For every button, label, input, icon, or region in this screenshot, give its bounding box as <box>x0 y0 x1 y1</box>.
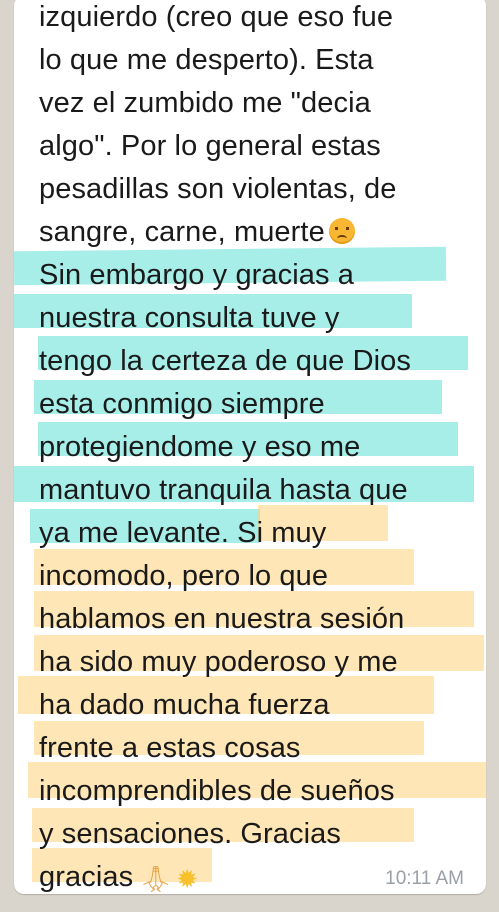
message-line: vez el zumbido me "decia <box>39 87 371 119</box>
message-line: pesadillas son violentas, de <box>39 173 397 205</box>
message-line: lo que me desperto). Esta <box>39 44 374 76</box>
folded-hands-icon: 🙏︎ <box>139 864 173 894</box>
disappointed-face-icon <box>328 218 355 244</box>
message-line: nuestra consulta tuve y <box>39 302 340 334</box>
message-timestamp: 10:11 AM <box>385 868 464 889</box>
message-line: ha sido muy poderoso y me <box>39 646 398 678</box>
message-line: ya me levante. Si muy <box>39 517 327 549</box>
message-line: sangre, carne, muerte <box>39 215 355 249</box>
message-line: esta conmigo siempre <box>39 388 325 420</box>
glowing-star-icon: ✹ <box>176 864 199 894</box>
message-line-text: sangre, carne, muerte <box>39 216 325 248</box>
message-line: ha dado mucha fuerza <box>39 689 330 721</box>
message-line: hablamos en nuestra sesión <box>39 603 405 635</box>
message-line: incomodo, pero lo que <box>39 560 329 592</box>
message-line: mantuvo tranquila hasta que <box>39 474 408 506</box>
message-line: y sensaciones. Gracias <box>39 818 341 850</box>
message-line-text: gracias <box>39 861 134 893</box>
message-line: gracias 🙏︎ ✹ <box>39 860 198 894</box>
message-line: Sin embargo y gracias a <box>39 259 355 291</box>
message-line: tengo la certeza de que Dios <box>39 345 411 377</box>
message-bubble[interactable]: izquierdo (creo que eso fue lo que me de… <box>14 0 486 894</box>
message-line: frente a estas cosas <box>39 732 301 764</box>
message-line: protegiendome y eso me <box>39 431 361 463</box>
message-line: algo". Por lo general estas <box>39 130 381 162</box>
message-line: izquierdo (creo que eso fue <box>39 1 394 33</box>
message-line: incomprendibles de sueños <box>39 775 395 807</box>
